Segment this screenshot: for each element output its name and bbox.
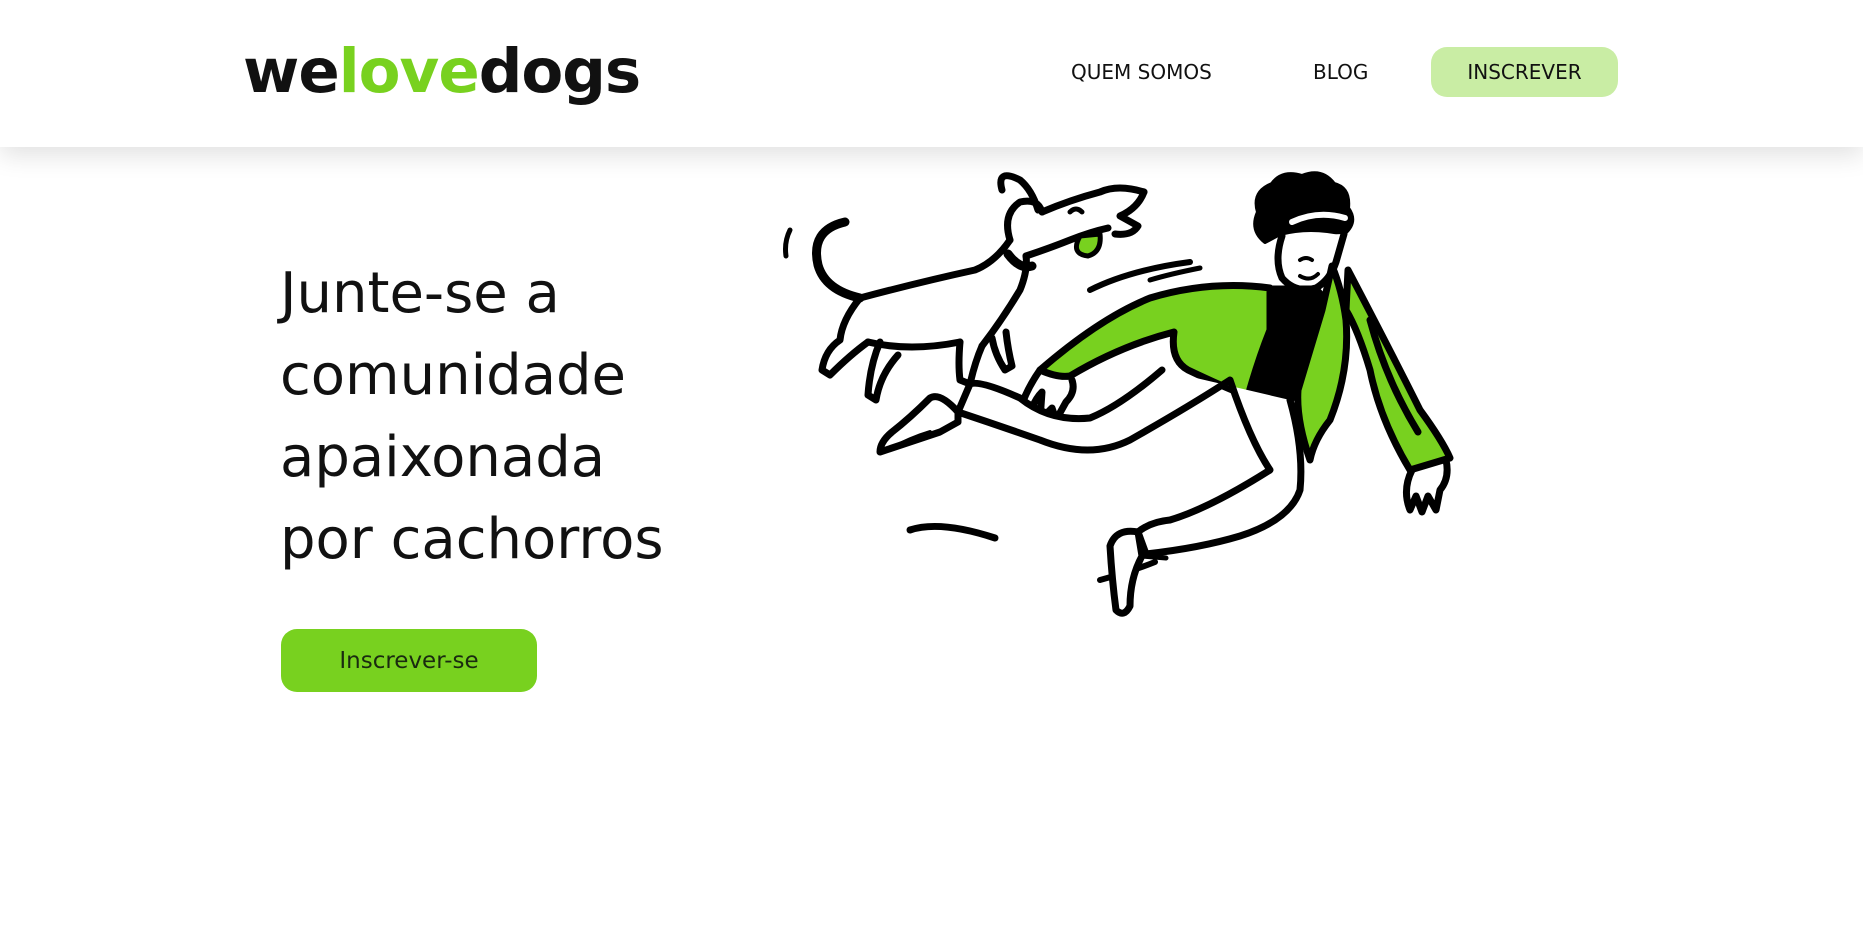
hero-title-line: apaixonada [280, 425, 606, 490]
nav-link-blog[interactable]: BLOG [1313, 58, 1368, 86]
person-figure [876, 171, 1454, 617]
person-running-with-dog-illustration [783, 171, 1454, 617]
logo-part-dogs: dogs [478, 36, 642, 107]
logo-part-we: we [243, 36, 340, 107]
hero-title-line: comunidade [280, 343, 627, 408]
hero-subscribe-button[interactable]: Inscrever-se [281, 629, 537, 692]
hero-title-line: por cachorros [280, 507, 664, 572]
hero-title-line: Junte-se a [280, 261, 560, 326]
site-header: welovedogs QUEM SOMOS BLOG INSCREVER [0, 0, 1863, 147]
hero-title: Junte-se a comunidade apaixonada por cac… [280, 253, 740, 581]
logo[interactable]: welovedogs [243, 32, 642, 112]
nav-link-quem-somos[interactable]: QUEM SOMOS [1071, 58, 1212, 86]
logo-part-love: love [338, 36, 480, 107]
nav-subscribe-button[interactable]: INSCREVER [1431, 47, 1618, 97]
